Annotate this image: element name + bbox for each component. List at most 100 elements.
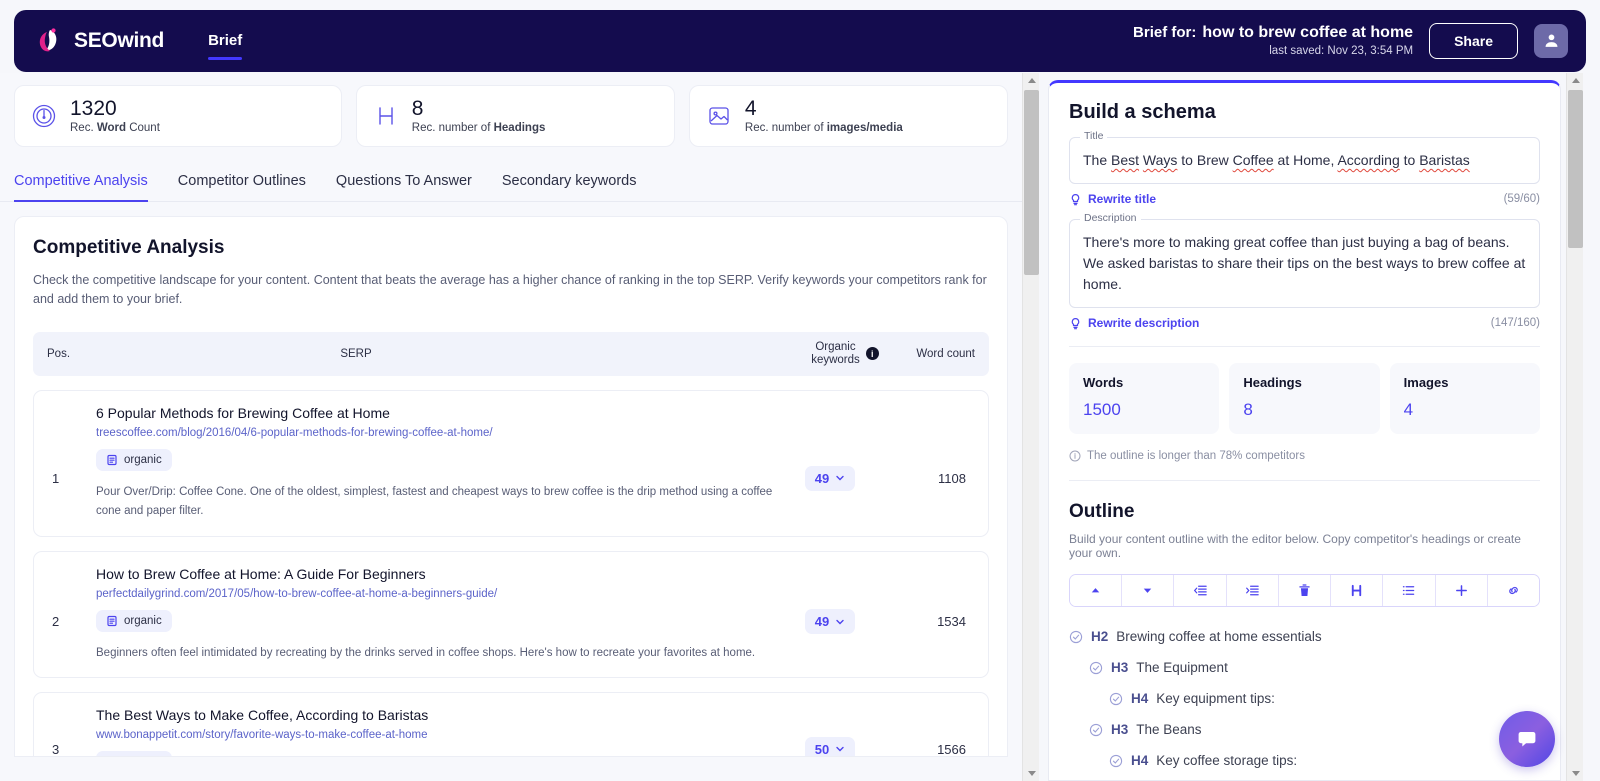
organic-keywords-dropdown[interactable]: 50 <box>804 736 856 756</box>
add-button[interactable] <box>1435 575 1488 606</box>
check-circle-icon[interactable] <box>1069 630 1083 644</box>
outline-item-tag: H4 <box>1131 753 1149 768</box>
arrow-up-icon <box>1091 588 1100 593</box>
info-icon[interactable]: i <box>865 347 879 361</box>
header-right: Brief for: how to brew coffee at home las… <box>1133 22 1568 59</box>
move-down-button[interactable] <box>1122 575 1175 606</box>
status-badge[interactable]: organic <box>96 751 172 757</box>
outline-item-text: The Beans <box>1136 722 1202 737</box>
stat-card-images: 4 Rec. number of images/media <box>688 85 1008 147</box>
outline-item[interactable]: H3 The Grind <box>1069 776 1540 780</box>
metric-label: Words <box>1083 375 1124 390</box>
scroll-down-icon[interactable] <box>1023 766 1040 781</box>
nav-active-indicator <box>208 57 243 60</box>
outline-item[interactable]: H2 Brewing coffee at home essentials <box>1069 621 1540 652</box>
row-serp: How to Brew Coffee at Home: A Guide For … <box>96 566 782 664</box>
link-button[interactable] <box>1487 575 1539 606</box>
row-title: 6 Popular Methods for Brewing Coffee at … <box>96 404 390 421</box>
stat-value: 8 <box>411 96 424 120</box>
status-badge[interactable]: organic <box>96 609 172 632</box>
outline-item[interactable]: H4 Key equipment tips: <box>1069 683 1540 714</box>
nav-tab-brief[interactable]: Brief <box>208 32 242 57</box>
tab-questions-to-answer[interactable]: Questions To Answer <box>336 173 472 201</box>
badge-label: organic <box>124 756 162 757</box>
chevron-down-icon <box>836 747 844 752</box>
title-input[interactable]: The Best Ways to Brew Coffee at Home, Ac… <box>1069 137 1540 184</box>
description-counter: (147/160) <box>1490 317 1540 329</box>
plus-icon <box>1455 585 1467 596</box>
outline-item-text: Brewing coffee at home essentials <box>1116 629 1322 644</box>
col-header-word-count: Word count <box>916 347 975 360</box>
table-row[interactable]: 1 6 Popular Methods for Brewing Coffee a… <box>33 389 989 537</box>
stat-label: Rec. Word Count <box>70 122 160 135</box>
heading-button[interactable] <box>1331 575 1384 606</box>
left-content-pane: 1320 Rec. Word Count 8 Rec. number of He… <box>0 73 1022 781</box>
right-pane-scrollbar[interactable] <box>1566 73 1583 781</box>
heading-icon <box>1352 584 1362 597</box>
row-url[interactable]: perfectdailygrind.com/2017/05/how-to-bre… <box>96 588 782 600</box>
right-editor-pane: Build a schema Title The Best Ways to Br… <box>1048 80 1561 781</box>
row-title: How to Brew Coffee at Home: A Guide For … <box>96 565 426 582</box>
scrollbar-thumb[interactable] <box>1568 90 1583 248</box>
scroll-up-icon[interactable] <box>1023 73 1040 88</box>
share-button[interactable]: Share <box>1429 22 1518 59</box>
scroll-up-icon[interactable] <box>1567 73 1584 88</box>
left-pane-scrollbar[interactable] <box>1022 73 1039 781</box>
app-header: SEOwind Brief Brief for: how to brew coff… <box>14 10 1586 72</box>
check-circle-icon[interactable] <box>1109 692 1123 706</box>
outline-item[interactable]: H3 The Equipment <box>1069 652 1540 683</box>
tab-competitive-analysis[interactable]: Competitive Analysis <box>14 173 148 202</box>
list-button[interactable] <box>1383 575 1436 606</box>
row-url[interactable]: treescoffee.com/blog/2016/04/6-popular-m… <box>96 427 782 439</box>
check-circle-icon[interactable] <box>1089 661 1103 675</box>
row-url[interactable]: www.bonappetit.com/story/favorite-ways-t… <box>96 729 782 741</box>
organic-keywords-dropdown[interactable]: 49 <box>804 609 856 635</box>
description-input[interactable]: There's more to making great coffee than… <box>1069 219 1540 308</box>
scrollbar-thumb[interactable] <box>1024 90 1039 275</box>
brief-meta: Brief for: how to brew coffee at home las… <box>1133 22 1413 59</box>
outline-subtitle: Build your content outline with the edit… <box>1069 532 1521 560</box>
outline-item[interactable]: H3 The Beans <box>1069 714 1540 745</box>
metric-label: Images <box>1403 375 1449 390</box>
rewrite-description-button[interactable]: Rewrite description <box>1069 316 1199 330</box>
table-row[interactable]: 3 The Best Ways to Make Coffee, Accordin… <box>33 692 989 757</box>
row-organic-keywords: 49 <box>782 566 878 664</box>
delete-button[interactable] <box>1278 575 1332 606</box>
chevron-down-icon <box>836 476 844 481</box>
document-icon <box>106 756 118 757</box>
rewrite-title-label: Rewrite title <box>1088 192 1157 206</box>
row-organic-keywords: 49 <box>782 405 878 522</box>
stat-label: Rec. number of Headings <box>411 122 546 135</box>
table-row[interactable]: 2 How to Brew Coffee at Home: A Guide Fo… <box>33 550 989 679</box>
user-avatar-icon[interactable] <box>1534 23 1568 58</box>
lightbulb-icon <box>1069 193 1082 206</box>
badge-label: organic <box>124 453 162 466</box>
scroll-down-icon[interactable] <box>1567 766 1584 781</box>
stat-value: 4 <box>744 96 757 120</box>
divider <box>1069 346 1540 347</box>
status-badge[interactable]: organic <box>96 448 172 471</box>
outline-length-text: The outline is longer than 78% competito… <box>1087 450 1305 462</box>
brief-for-label: Brief for: <box>1133 24 1197 42</box>
outline-item-tag: H4 <box>1131 691 1149 706</box>
outline-item-text: Key coffee storage tips: <box>1156 753 1298 768</box>
outline-item[interactable]: H4 Key coffee storage tips: <box>1069 745 1540 776</box>
outdent-button[interactable] <box>1174 575 1227 606</box>
tab-competitor-outlines[interactable]: Competitor Outlines <box>178 173 306 201</box>
tab-secondary-keywords[interactable]: Secondary keywords <box>502 173 637 201</box>
move-up-button[interactable] <box>1070 575 1123 606</box>
metric-words: Words 1500 <box>1069 363 1220 434</box>
row-word-count: 1534 <box>937 614 966 630</box>
metric-label: Headings <box>1243 375 1302 390</box>
arrow-down-icon <box>1144 588 1152 593</box>
chat-bubble-button[interactable] <box>1499 711 1555 767</box>
organic-keywords-dropdown[interactable]: 49 <box>804 465 856 491</box>
col-header-organic-keywords: Organic keywords i <box>797 341 893 367</box>
metric-value: 8 <box>1243 400 1253 419</box>
last-saved-text: last saved: Nov 23, 3:54 PM <box>1269 45 1414 58</box>
check-circle-icon[interactable] <box>1089 723 1103 737</box>
brand[interactable]: SEOwind <box>34 26 164 56</box>
indent-button[interactable] <box>1226 575 1279 606</box>
check-circle-icon[interactable] <box>1109 754 1123 768</box>
rewrite-title-button[interactable]: Rewrite title <box>1069 192 1156 206</box>
